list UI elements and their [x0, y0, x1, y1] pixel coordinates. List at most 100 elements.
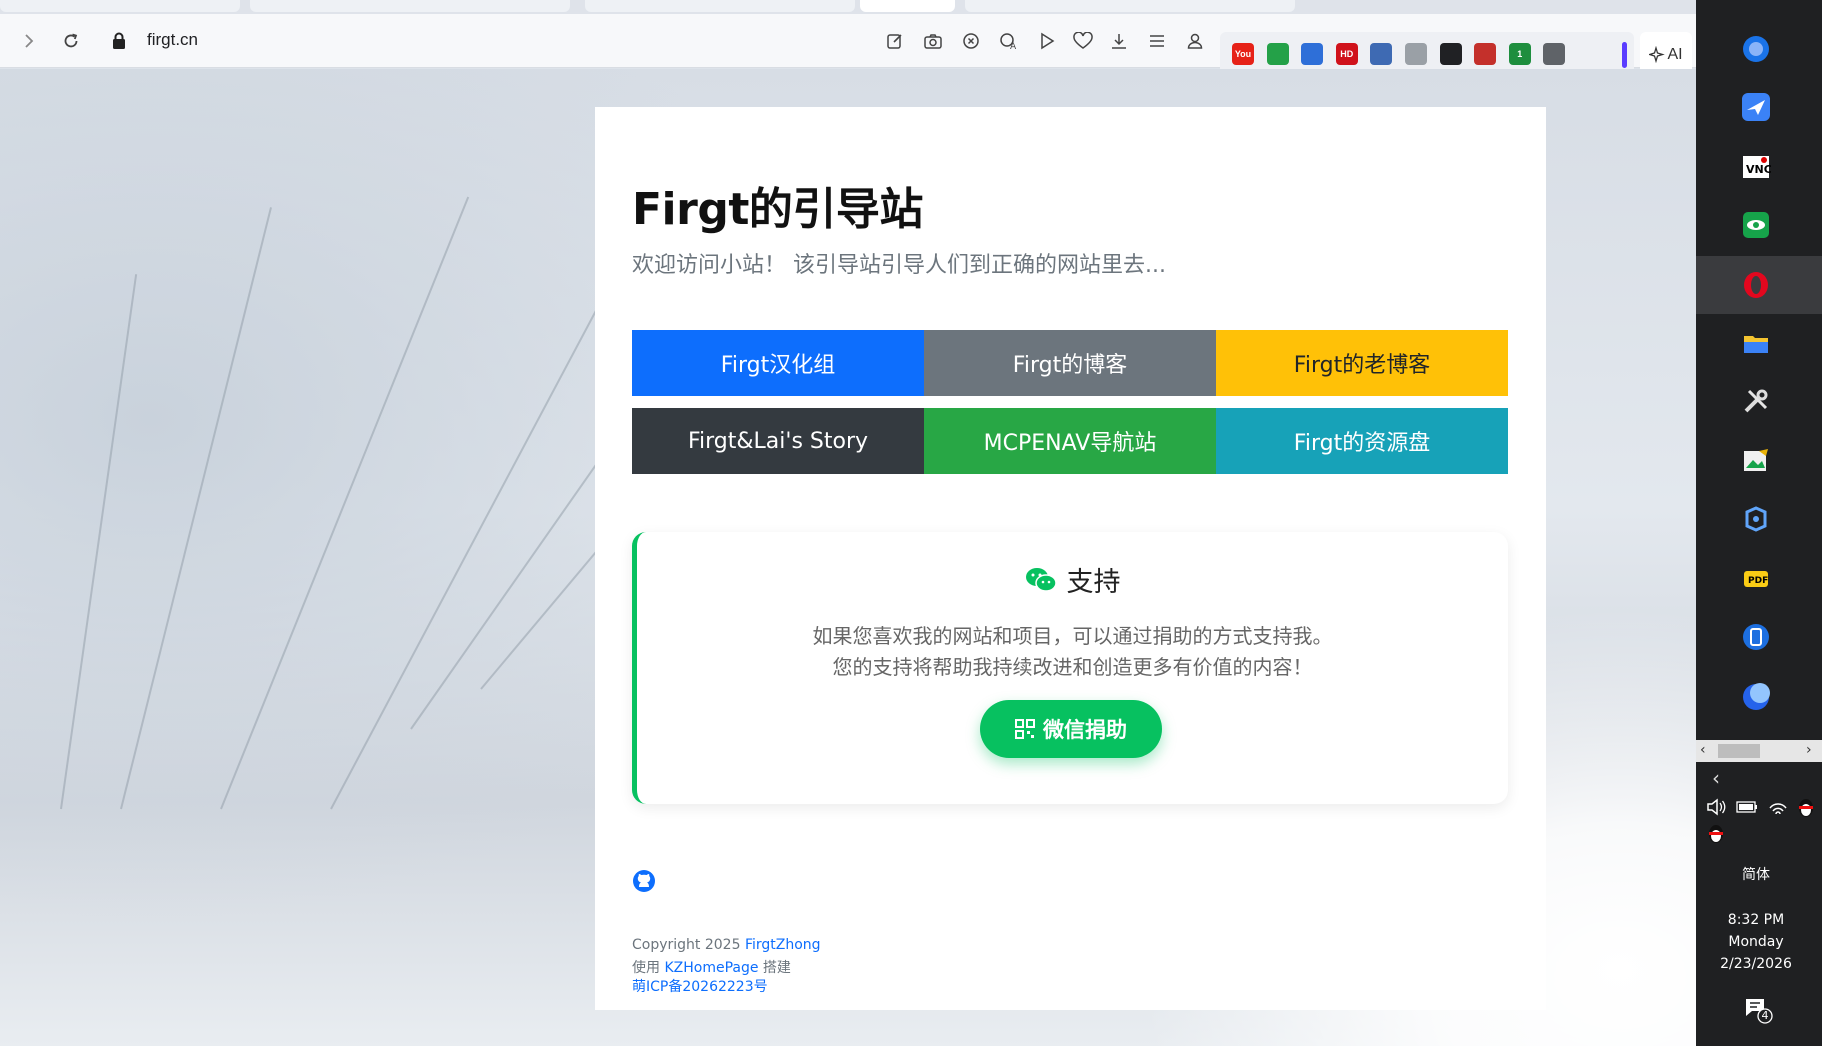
translate-button[interactable]: A: [994, 26, 1024, 56]
footer-author-link[interactable]: FirgtZhong: [745, 937, 821, 953]
taskbar-app-vscode-alt[interactable]: [1739, 502, 1773, 536]
tray-expand-icon[interactable]: ‹: [1712, 766, 1720, 790]
heart-icon: [1073, 32, 1093, 49]
ai-label: AI: [1667, 46, 1683, 63]
link-button-old-blog[interactable]: Firgt的老博客: [1216, 330, 1508, 396]
downloads-button[interactable]: [1104, 26, 1134, 56]
clock-time[interactable]: 8:32 PM: [1696, 912, 1816, 928]
tab-strip: [0, 0, 1696, 14]
forward-button[interactable]: [14, 26, 44, 56]
reload-button[interactable]: [56, 26, 86, 56]
donate-button-label: 微信捐助: [1043, 718, 1127, 742]
taskbar-app-moon[interactable]: [1739, 680, 1773, 714]
link-button-story[interactable]: Firgt&Lai's Story: [632, 408, 924, 474]
chevron-right-icon[interactable]: ›: [1806, 742, 1812, 758]
page-title: Firgt的引导站: [632, 184, 923, 235]
youtube-ext-icon[interactable]: You: [1232, 43, 1254, 65]
browser-tab[interactable]: [965, 0, 1295, 12]
browser-tab[interactable]: [250, 0, 570, 12]
clock-day[interactable]: Monday: [1696, 934, 1816, 950]
link-button-hanhua[interactable]: Firgt汉化组: [632, 330, 924, 396]
clock-date[interactable]: 2/23/2026: [1696, 956, 1816, 972]
clapper-ext-icon[interactable]: [1439, 43, 1462, 65]
taskbar-app-eye[interactable]: [1739, 208, 1773, 242]
play-button[interactable]: [1032, 26, 1062, 56]
site-info-button[interactable]: [104, 26, 134, 56]
taskbar-app-tools[interactable]: [1739, 384, 1773, 418]
pdf-icon: PDF: [1744, 571, 1768, 587]
taskbar-app-pdf[interactable]: PDF: [1739, 562, 1773, 596]
download-arrow-blue-icon[interactable]: [1301, 43, 1324, 65]
browser-tab[interactable]: [0, 0, 240, 12]
notification-count: 4: [1761, 1009, 1769, 1022]
footer-builder-link[interactable]: KZHomePage: [664, 960, 758, 976]
taskbar: VNC PDF ‹ › ‹ 简体 8:32 PM Monday 2/23/202…: [1696, 0, 1822, 1046]
scrollbar-thumb[interactable]: [1718, 744, 1760, 758]
edit-button[interactable]: [880, 26, 910, 56]
list-icon: [1150, 35, 1164, 47]
footer-built-with: 使用 KZHomePage 搭建: [632, 957, 791, 977]
screenshot-button[interactable]: [918, 26, 948, 56]
favorites-button[interactable]: [1068, 26, 1098, 56]
background-reed: [120, 207, 272, 810]
address-bar-url[interactable]: firgt.cn: [147, 30, 198, 50]
github-link[interactable]: [632, 869, 656, 893]
pencil-ext-icon[interactable]: [1370, 43, 1393, 65]
support-card: 支持 如果您喜欢我的网站和项目，可以通过捐助的方式支持我。 您的支持将帮助我持续…: [632, 532, 1508, 804]
puzzle-icon: [1745, 506, 1767, 532]
diamond-ext-icon[interactable]: [1405, 43, 1427, 65]
footer-icp: 萌ICP备20262223号: [632, 976, 768, 996]
hd-ext-icon[interactable]: HD: [1335, 43, 1358, 65]
footer-copyright-prefix: Copyright 2025: [632, 937, 745, 953]
notification-center-button[interactable]: 4: [1743, 996, 1773, 1024]
footer-icp-link[interactable]: 萌ICP备20262223号: [632, 979, 768, 995]
vnc-icon: VNC: [1743, 156, 1771, 178]
play-icon: [1041, 32, 1055, 50]
chevron-left-icon[interactable]: ‹: [1700, 742, 1706, 758]
taskbar-app-vnc[interactable]: VNC: [1739, 150, 1773, 184]
taskbar-scrollbar[interactable]: ‹ ›: [1696, 740, 1822, 762]
tools-icon: [1744, 389, 1768, 413]
support-heading: 支持: [637, 560, 1508, 599]
camera-icon: [924, 34, 942, 49]
download-arrow-green-icon[interactable]: [1266, 43, 1289, 65]
shield-x-icon: [963, 33, 979, 49]
sparkle-icon: [1649, 46, 1666, 64]
phone-icon: [1743, 624, 1769, 650]
menu-list-button[interactable]: [1142, 26, 1172, 56]
link-button-resource-drive[interactable]: Firgt的资源盘: [1216, 408, 1508, 474]
background-reed: [220, 196, 470, 810]
tray-icons: [1706, 796, 1816, 846]
taskbar-app-phone[interactable]: [1739, 620, 1773, 654]
link-button-blog[interactable]: Firgt的博客: [924, 330, 1216, 396]
qq-penguin-icon[interactable]: [1706, 822, 1726, 844]
github-icon: [633, 870, 655, 892]
chevron-right-icon: [25, 34, 34, 48]
volume-icon[interactable]: [1706, 798, 1728, 816]
ime-indicator[interactable]: 简体: [1696, 864, 1816, 884]
cube-ext-icon[interactable]: [1543, 43, 1566, 65]
wechat-donate-button[interactable]: 微信捐助: [980, 700, 1162, 758]
wifi-icon[interactable]: [1768, 798, 1788, 816]
browser-tab-active[interactable]: [860, 0, 955, 12]
support-title: 支持: [1066, 567, 1121, 598]
taskbar-app-files[interactable]: [1739, 326, 1773, 360]
taskbar-app-browser[interactable]: [1739, 32, 1773, 66]
profile-button[interactable]: [1180, 26, 1210, 56]
taskbar-app-image-editor[interactable]: [1739, 444, 1773, 478]
badge-ext-icon[interactable]: 1: [1508, 43, 1531, 65]
qq-penguin-icon[interactable]: [1796, 796, 1816, 818]
youtube-tv-ext-icon[interactable]: [1474, 43, 1497, 65]
support-text-line-1: 如果您喜欢我的网站和项目，可以通过捐助的方式支持我。: [812, 624, 1333, 648]
reload-icon: [64, 33, 78, 48]
crescent-icon: [1743, 683, 1770, 710]
browser-tab[interactable]: [585, 0, 855, 12]
main-card: Firgt的引导站 欢迎访问小站！ 该引导站引导人们到正确的网站里去... Fi…: [595, 107, 1546, 1010]
battery-icon[interactable]: [1736, 801, 1758, 813]
bird-icon: [1742, 93, 1770, 121]
background-reed: [60, 274, 138, 810]
adblock-button[interactable]: [956, 26, 986, 56]
taskbar-app-opera[interactable]: [1739, 268, 1773, 302]
taskbar-app-feishu[interactable]: [1739, 90, 1773, 124]
link-button-mcpenav[interactable]: MCPENAV导航站: [924, 408, 1216, 474]
